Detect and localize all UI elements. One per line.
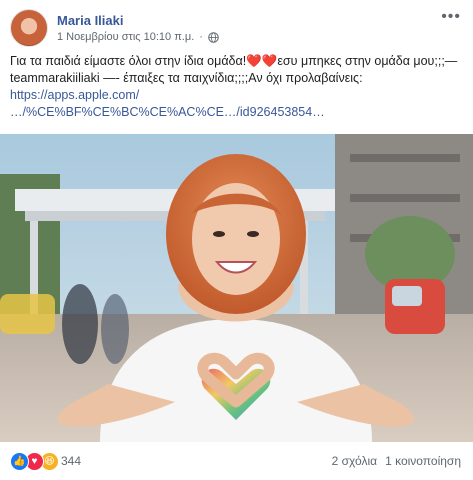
like-icon: 👍 [10, 451, 29, 471]
post-subline: 1 Νοεμβρίου στις 10:10 π.μ. · [57, 30, 219, 45]
post-text-part1: Για τα παιδιά είμαστε όλοι στην ίδια ομά… [10, 54, 247, 68]
avatar[interactable] [10, 9, 48, 47]
globe-icon[interactable] [208, 31, 219, 43]
hearts-emoji: ❤️❤️ [246, 54, 278, 68]
reaction-icons: 👍 ♥ 😆 [10, 451, 59, 471]
photo-illustration [0, 134, 473, 442]
post-header: Maria Iliaki 1 Νοεμβρίου στις 10:10 π.μ.… [10, 8, 219, 48]
app-link-line1[interactable]: https://apps.apple.com/ [10, 87, 463, 104]
author-name[interactable]: Maria Iliaki [57, 12, 219, 29]
post-footer: 👍 ♥ 😆 344 2 σχόλια 1 κοινοποίηση [10, 450, 461, 472]
reactions-summary[interactable]: 👍 ♥ 😆 344 [10, 451, 82, 471]
more-options-icon[interactable]: ••• [441, 8, 461, 26]
post-text: Για τα παιδιά είμαστε όλοι στην ίδια ομά… [10, 53, 463, 121]
engagement-counts: 2 σχόλια 1 κοινοποίηση [332, 454, 461, 468]
app-link-line2[interactable]: …/%CE%BF%CE%BC%CE%AC%CE…/id926453854… [10, 104, 463, 121]
post-date[interactable]: 1 Νοεμβρίου στις 10:10 π.μ. [57, 30, 194, 45]
post-photo[interactable] [0, 134, 473, 442]
comments-count[interactable]: 2 σχόλια [332, 454, 377, 468]
reaction-count: 344 [61, 454, 82, 468]
post-meta: Maria Iliaki 1 Νοεμβρίου στις 10:10 π.μ.… [57, 12, 219, 45]
post-message: Για τα παιδιά είμαστε όλοι στην ίδια ομά… [10, 53, 463, 87]
separator-dot: · [199, 30, 203, 43]
shares-count[interactable]: 1 κοινοποίηση [385, 454, 461, 468]
facebook-post: Maria Iliaki 1 Νοεμβρίου στις 10:10 π.μ.… [0, 0, 473, 480]
